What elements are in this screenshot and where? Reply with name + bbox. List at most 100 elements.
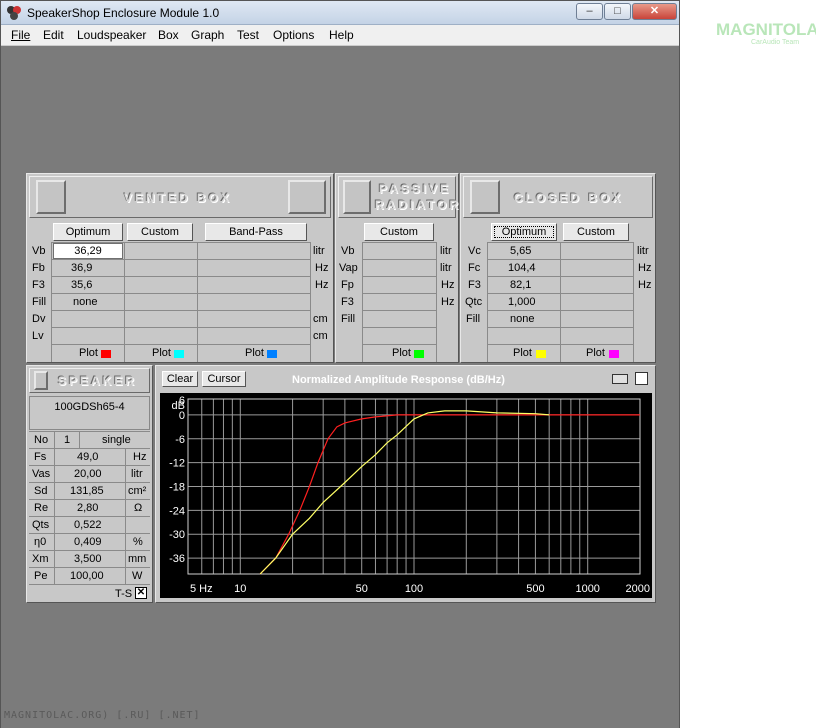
speaker-fs-label: Fs bbox=[34, 451, 47, 463]
ts-checkbox[interactable]: ✕ bbox=[135, 587, 147, 599]
speaker-fs-value: 49,0 bbox=[77, 451, 99, 463]
vented-dv-unit: cm bbox=[313, 313, 328, 325]
vented-plot-2-swatch bbox=[174, 350, 184, 358]
passive-fill-label: Fill bbox=[341, 313, 356, 325]
client-area: VENTED BOX Optimum Custom Band-Pass Vb 3… bbox=[1, 46, 679, 728]
x-tick-label: 500 bbox=[526, 583, 544, 595]
closed-plot-2-swatch bbox=[609, 350, 619, 358]
passive-custom-button[interactable]: Custom bbox=[364, 223, 434, 241]
menu-help[interactable]: Help bbox=[329, 28, 354, 42]
vented-fill-value: none bbox=[73, 296, 98, 308]
closed-f3-value: 82,1 bbox=[510, 279, 532, 291]
vented-vb-input[interactable]: 36,29 bbox=[53, 243, 123, 259]
closed-vc-value: 5,65 bbox=[510, 245, 532, 257]
response-chart: dB60-6-12-18-24-30-365 Hz 10 50 100 500 1000 2… bbox=[160, 393, 652, 598]
menu-box[interactable]: Box bbox=[158, 28, 179, 42]
closed-vc-unit: litr bbox=[637, 245, 649, 257]
y-tick-label: -24 bbox=[169, 505, 185, 517]
closed-custom-button[interactable]: Custom bbox=[563, 223, 629, 241]
speaker-vas-unit: litr bbox=[131, 468, 143, 480]
y-tick-label: -12 bbox=[169, 458, 185, 470]
closed-qtc-value: 1,000 bbox=[508, 296, 536, 308]
closed-box-header: CLOSED BOX bbox=[463, 176, 653, 218]
vented-f3-value: 35,6 bbox=[71, 279, 93, 291]
vented-plot-2[interactable]: Plot bbox=[152, 347, 171, 359]
closed-plot-1-swatch bbox=[536, 350, 546, 358]
y-tick-label: -18 bbox=[169, 482, 185, 494]
x-tick-label: 50 bbox=[356, 583, 368, 595]
bandpass-icon bbox=[288, 180, 326, 214]
speaker-eta-label: η0 bbox=[34, 536, 47, 548]
minimize-button[interactable]: – bbox=[576, 3, 603, 20]
clear-button[interactable]: Clear bbox=[162, 371, 198, 387]
closed-plot-1[interactable]: Plot bbox=[513, 347, 532, 359]
title-bar[interactable]: SpeakerShop Enclosure Module 1.0 – □ ✕ bbox=[1, 1, 679, 25]
menu-loudspeaker[interactable]: Loudspeaker bbox=[77, 28, 146, 42]
passive-fp-unit: Hz bbox=[441, 279, 455, 291]
vented-optimum-button[interactable]: Optimum bbox=[53, 223, 123, 241]
x-tick-label: 10 bbox=[234, 583, 246, 595]
window-title: SpeakerShop Enclosure Module 1.0 bbox=[27, 6, 220, 20]
vented-lv-label: Lv bbox=[32, 330, 44, 342]
vented-fb-label: Fb bbox=[32, 262, 45, 274]
closed-optimum-button[interactable]: Optimum bbox=[491, 223, 557, 241]
menu-test[interactable]: Test bbox=[237, 28, 259, 42]
response-series-2 bbox=[259, 410, 550, 575]
speaker-qts-value: 0,522 bbox=[74, 519, 102, 531]
x-tick-label: 1000 bbox=[575, 583, 599, 595]
printer-icon[interactable] bbox=[612, 374, 628, 384]
vented-plot-3[interactable]: Plot bbox=[245, 347, 264, 359]
vented-f3-label: F3 bbox=[32, 279, 45, 291]
speaker-sd-label: Sd bbox=[34, 485, 48, 497]
menu-graph[interactable]: Graph bbox=[191, 28, 224, 42]
vented-plot-1[interactable]: Plot bbox=[79, 347, 98, 359]
passive-vap-label: Vap bbox=[339, 262, 358, 274]
closed-f3-unit: Hz bbox=[638, 279, 652, 291]
vented-fb-unit: Hz bbox=[315, 262, 329, 274]
speaker-qts-label: Qts bbox=[32, 519, 50, 531]
speaker-mode[interactable]: single bbox=[102, 434, 131, 446]
x-tick-label: 5 Hz bbox=[190, 583, 213, 595]
speaker-xm-unit: mm bbox=[128, 553, 147, 565]
speaker-vas-value: 20,00 bbox=[74, 468, 102, 480]
speaker-eta-value: 0,409 bbox=[74, 536, 102, 548]
graph-panel: Clear Cursor Normalized Amplitude Respon… bbox=[155, 365, 656, 603]
graph-checkbox[interactable] bbox=[635, 372, 648, 385]
x-tick-label: 2000 bbox=[626, 583, 650, 595]
graph-title: Normalized Amplitude Response (dB/Hz) bbox=[292, 374, 505, 386]
menu-file[interactable]: File bbox=[11, 28, 30, 42]
closed-fc-unit: Hz bbox=[638, 262, 652, 274]
speaker-pe-unit: W bbox=[132, 570, 143, 582]
vented-fb-value: 36,9 bbox=[71, 262, 93, 274]
closed-qtc-label: Qtc bbox=[465, 296, 483, 308]
closed-box-icon bbox=[470, 180, 500, 214]
menu-options[interactable]: Options bbox=[273, 28, 314, 42]
closed-box-panel: CLOSED BOX Optimum Custom Vc 5,65 litr F… bbox=[460, 173, 656, 363]
speaker-no-value[interactable]: 1 bbox=[64, 434, 70, 446]
vented-box-title: VENTED BOX bbox=[124, 191, 233, 205]
speaker-re-unit: Ω bbox=[134, 502, 143, 514]
closed-vc-label: Vc bbox=[468, 245, 481, 257]
passive-plot[interactable]: Plot bbox=[392, 347, 411, 359]
vented-box-panel: VENTED BOX Optimum Custom Band-Pass Vb 3… bbox=[26, 173, 334, 363]
menu-edit[interactable]: Edit bbox=[43, 28, 64, 42]
speaker-re-label: Re bbox=[34, 502, 49, 514]
cursor-button[interactable]: Cursor bbox=[202, 371, 246, 387]
speaker-model-field[interactable]: 100GDSh65-4 bbox=[29, 396, 150, 430]
vented-fill-label: Fill bbox=[32, 296, 47, 308]
vented-f3-unit: Hz bbox=[315, 279, 329, 291]
closed-plot-2[interactable]: Plot bbox=[586, 347, 605, 359]
vented-custom-button[interactable]: Custom bbox=[127, 223, 193, 241]
vented-bandpass-button[interactable]: Band-Pass bbox=[205, 223, 307, 241]
passive-plot-swatch bbox=[414, 350, 424, 358]
ts-label: T-S bbox=[115, 588, 133, 600]
close-button[interactable]: ✕ bbox=[632, 3, 677, 20]
speaker-fs-unit: Hz bbox=[133, 451, 147, 463]
x-tick-label: 100 bbox=[405, 583, 423, 595]
closed-fill-value: none bbox=[510, 313, 535, 325]
vented-box-header: VENTED BOX bbox=[29, 176, 331, 218]
passive-radiator-title-2: RADIATOR bbox=[375, 198, 462, 212]
passive-radiator-icon bbox=[343, 180, 371, 214]
maximize-button[interactable]: □ bbox=[604, 3, 631, 20]
passive-f3-unit: Hz bbox=[441, 296, 455, 308]
